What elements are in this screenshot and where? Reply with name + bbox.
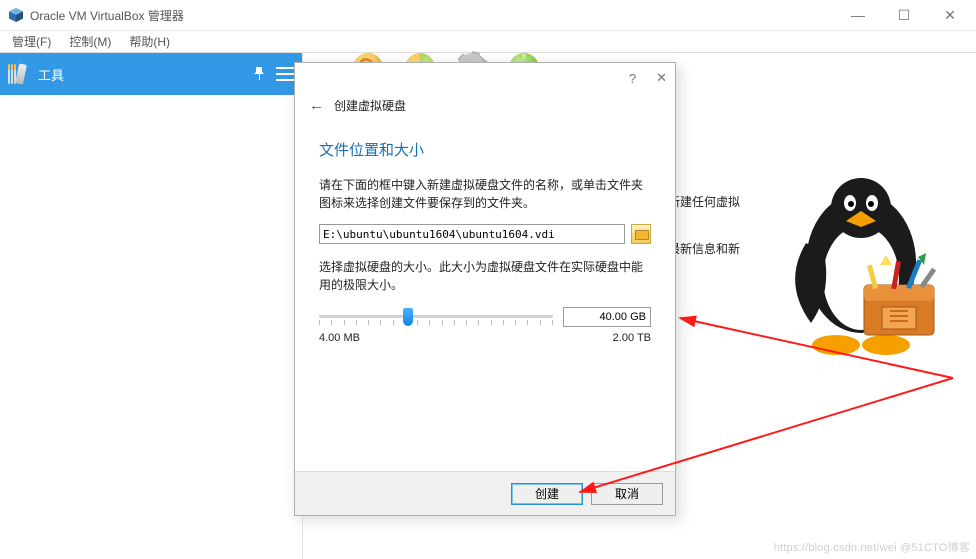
browse-folder-button[interactable] (631, 224, 651, 244)
dialog-footer: 创建 取消 (295, 471, 675, 515)
welcome-text-fragment: 新建任何虚拟 最新信息和新 (668, 193, 788, 259)
cancel-button[interactable]: 取消 (591, 483, 663, 505)
menubar: 管理(F) 控制(M) 帮助(H) (0, 31, 976, 53)
create-disk-dialog: ? ✕ ← 创建虚拟硬盘 文件位置和大小 请在下面的框中键入新建虚拟硬盘文件的名… (294, 62, 676, 516)
back-arrow-icon[interactable]: ← (309, 97, 324, 114)
dialog-section-title: 文件位置和大小 (319, 139, 651, 160)
disk-size-slider[interactable] (319, 306, 553, 328)
window-title: Oracle VM VirtualBox 管理器 (30, 7, 846, 24)
sidebar: 工具 (0, 53, 303, 559)
window-minimize-button[interactable]: — (846, 7, 870, 24)
menu-file[interactable]: 管理(F) (12, 33, 51, 50)
window-titlebar: Oracle VM VirtualBox 管理器 — ☐ ✕ (0, 0, 976, 31)
window-close-button[interactable]: ✕ (938, 7, 962, 24)
penguin-toolbox-illustration (786, 173, 946, 373)
slider-max-label: 2.00 TB (613, 332, 651, 344)
slider-thumb[interactable] (403, 308, 413, 326)
pin-icon[interactable] (250, 65, 268, 83)
sidebar-item-tools[interactable]: 工具 (0, 53, 302, 95)
dialog-titlebar: ? ✕ (295, 63, 675, 93)
details-icon[interactable] (276, 65, 294, 83)
menu-machine[interactable]: 控制(M) (69, 33, 111, 50)
dialog-description-1: 请在下面的框中键入新建虚拟硬盘文件的名称，或单击文件夹图标来选择创建文件要保存到… (319, 176, 651, 212)
file-path-input[interactable] (319, 224, 625, 244)
virtualbox-logo-icon (8, 7, 24, 23)
create-button[interactable]: 创建 (511, 483, 583, 505)
dialog-close-button[interactable]: ✕ (656, 70, 667, 86)
dialog-help-button[interactable]: ? (629, 71, 636, 86)
tools-icon (8, 64, 38, 84)
menu-help[interactable]: 帮助(H) (129, 33, 170, 50)
slider-min-label: 4.00 MB (319, 332, 360, 344)
disk-size-value[interactable]: 40.00 GB (563, 307, 651, 327)
window-maximize-button[interactable]: ☐ (892, 7, 916, 24)
dialog-header-title: 创建虚拟硬盘 (334, 97, 406, 114)
dialog-description-2: 选择虚拟硬盘的大小。此大小为虚拟硬盘文件在实际硬盘中能用的极限大小。 (319, 258, 651, 294)
sidebar-item-label: 工具 (38, 65, 64, 84)
watermark-text: https://blog.csdn.net/wei @51CTO博客 (774, 539, 970, 555)
